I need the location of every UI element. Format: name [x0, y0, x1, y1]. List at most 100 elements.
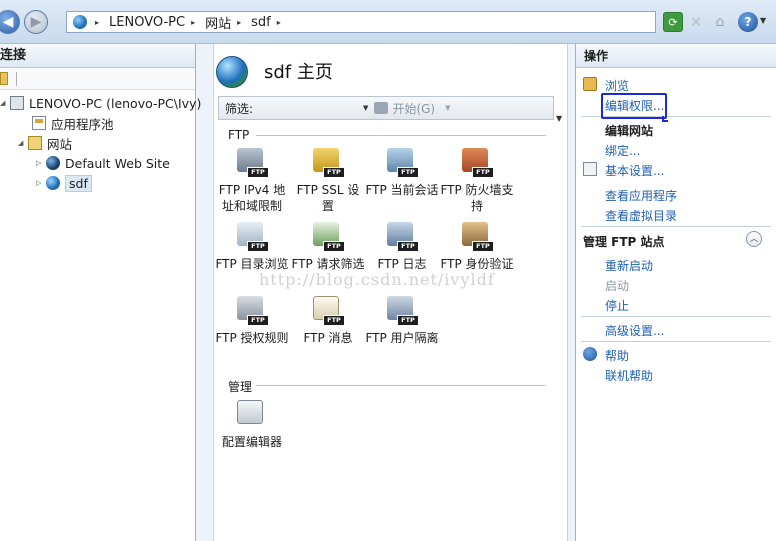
chevron-down-icon[interactable]: ▼: [445, 104, 450, 112]
action-stop[interactable]: 停止: [605, 297, 629, 314]
section-title-manage-ftp: 管理 FTP 站点: [583, 235, 665, 249]
connections-toolbar: [0, 68, 195, 90]
breadcrumb-separator[interactable]: ▸: [191, 18, 195, 27]
feature-ftp-directory-browsing[interactable]: FTP FTP 目录浏览: [215, 222, 289, 272]
tree-node-label: LENOVO-PC (lenovo-PC\Ivy): [29, 95, 202, 111]
actions-header: 操作: [576, 44, 776, 68]
collapse-triangle-icon[interactable]: ◢: [0, 99, 10, 107]
expand-triangle-icon[interactable]: ▷: [36, 159, 46, 167]
breadcrumb-item-sites[interactable]: 网站: [205, 13, 231, 32]
breadcrumb-separator[interactable]: ▸: [237, 18, 241, 27]
ftp-messages-icon: FTP: [311, 296, 345, 326]
filter-bar: 筛选: ▼ 开始(G) ▼: [218, 96, 554, 120]
connections-panel: 连接 ◢ LENOVO-PC (lenovo-PC\Ivy) 应用程序池 ◢ 网…: [0, 44, 201, 541]
tree-node-server[interactable]: ◢ LENOVO-PC (lenovo-PC\Ivy): [0, 94, 201, 112]
breadcrumb-item-lenovo-pc[interactable]: LENOVO-PC: [109, 15, 185, 30]
tree-node-sites[interactable]: ◢ 网站: [18, 134, 72, 152]
new-connection-icon[interactable]: [0, 72, 8, 85]
site-globe-icon: [46, 156, 60, 170]
breadcrumb-item-sdf[interactable]: sdf: [251, 15, 271, 30]
action-browse[interactable]: 浏览: [605, 77, 629, 94]
action-view-applications[interactable]: 查看应用程序: [605, 187, 677, 204]
address-toolbar: ◀ ▶ ▸ LENOVO-PC ▸ 网站 ▸ sdf ▸ ⟳ ✕ ⌂ ? ▼: [0, 0, 776, 44]
action-view-virtual-directories[interactable]: 查看虚拟目录: [605, 207, 677, 224]
action-online-help[interactable]: 联机帮助: [605, 367, 653, 384]
feature-label: FTP 用户隔离: [365, 331, 439, 345]
action-help[interactable]: 帮助: [605, 347, 629, 364]
stop-icon[interactable]: ✕: [686, 12, 706, 32]
feature-ftp-logging[interactable]: FTP FTP 日志: [365, 222, 439, 272]
section-divider: [581, 316, 771, 317]
annotation-tick: [662, 116, 668, 122]
toolbar-divider: [16, 72, 17, 86]
basic-settings-icon: [583, 162, 597, 176]
feature-ftp-user-isolation[interactable]: FTP FTP 用户隔离: [365, 296, 439, 346]
ftp-request-filter-icon: FTP: [311, 222, 345, 252]
feature-label: FTP SSL 设置: [296, 183, 360, 213]
annotation-highlight-box: [601, 93, 667, 119]
forward-arrow-icon[interactable]: ▶: [24, 10, 48, 34]
scroll-down-icon[interactable]: ▼: [556, 114, 562, 123]
feature-ftp-ssl-settings[interactable]: FTP FTP SSL 设置: [291, 148, 365, 214]
config-editor-icon: [235, 400, 269, 430]
expand-triangle-icon[interactable]: ▷: [36, 179, 46, 187]
home-icon[interactable]: ⌂: [710, 12, 730, 32]
collapse-section-icon[interactable]: ︿: [746, 231, 762, 247]
chevron-down-icon[interactable]: ▼: [760, 16, 766, 25]
group-divider: [256, 135, 546, 136]
breadcrumb[interactable]: ▸ LENOVO-PC ▸ 网站 ▸ sdf ▸: [66, 11, 656, 33]
tree-node-label: sdf: [65, 174, 92, 192]
feature-label: FTP 授权规则: [215, 331, 289, 345]
refresh-icon[interactable]: ⟳: [663, 12, 683, 32]
feature-label: FTP 当前会话: [365, 183, 439, 197]
feature-ftp-request-filtering[interactable]: FTP FTP 请求筛选: [291, 222, 365, 272]
chevron-down-icon[interactable]: ▼: [363, 104, 368, 112]
feature-label: FTP IPv4 地址和域限制: [218, 183, 286, 213]
feature-ftp-messages[interactable]: FTP FTP 消息: [291, 296, 365, 346]
tree-node-default-web-site[interactable]: ▷ Default Web Site: [36, 154, 170, 172]
connections-header: 连接: [0, 44, 195, 68]
feature-label: FTP 防火墙支持: [440, 183, 514, 213]
feature-ftp-current-sessions[interactable]: FTP FTP 当前会话: [365, 148, 439, 198]
feature-label: FTP 消息: [303, 331, 353, 345]
section-divider: [581, 226, 771, 227]
feature-ftp-authentication[interactable]: FTP FTP 身份验证: [440, 222, 514, 272]
sites-folder-icon: [28, 136, 42, 150]
tree-node-label: Default Web Site: [65, 155, 170, 171]
ftp-log-icon: FTP: [385, 222, 419, 252]
app-pool-icon: [32, 116, 46, 130]
site-globe-icon: [46, 176, 60, 190]
collapse-triangle-icon[interactable]: ◢: [18, 139, 28, 147]
filter-input[interactable]: [255, 99, 364, 117]
action-restart[interactable]: 重新启动: [605, 257, 653, 274]
feature-ftp-authorization-rules[interactable]: FTP FTP 授权规则: [215, 296, 289, 346]
action-basic-settings[interactable]: 基本设置...: [605, 162, 664, 179]
breadcrumb-separator[interactable]: ▸: [277, 18, 281, 27]
action-start: 启动: [605, 279, 630, 293]
group-divider: [256, 385, 546, 386]
feature-ftp-ipv4-restrictions[interactable]: FTP FTP IPv4 地址和域限制: [215, 148, 289, 214]
ftp-firewall-icon: FTP: [460, 148, 494, 178]
help-icon[interactable]: ?: [738, 12, 758, 32]
section-divider: [581, 341, 771, 342]
binoculars-icon: [374, 102, 389, 114]
action-advanced-settings[interactable]: 高级设置...: [605, 322, 664, 339]
browse-icon: [583, 77, 597, 91]
watermark-text: http://blog.csdn.net/ivyldf: [259, 270, 495, 289]
feature-ftp-firewall-support[interactable]: FTP FTP 防火墙支持: [440, 148, 514, 214]
back-arrow-icon[interactable]: ◀: [0, 10, 20, 34]
tree-node-label: 应用程序池: [51, 116, 114, 132]
go-button[interactable]: 开始(G): [392, 100, 435, 117]
ftp-ssl-lock-icon: FTP: [311, 148, 345, 178]
breadcrumb-separator: ▸: [95, 17, 100, 27]
tree-node-sdf[interactable]: ▷ sdf: [36, 174, 92, 192]
tree-node-app-pools[interactable]: 应用程序池: [22, 114, 114, 132]
ftp-directory-icon: FTP: [235, 222, 269, 252]
tree-node-label: 网站: [47, 136, 73, 152]
ftp-user-isolation-icon: FTP: [385, 296, 419, 326]
filter-label: 筛选:: [225, 101, 254, 116]
ftp-ipv4-icon: FTP: [235, 148, 269, 178]
action-bindings[interactable]: 绑定...: [605, 142, 640, 159]
feature-configuration-editor[interactable]: 配置编辑器: [215, 400, 289, 450]
site-globe-icon: [216, 56, 248, 88]
